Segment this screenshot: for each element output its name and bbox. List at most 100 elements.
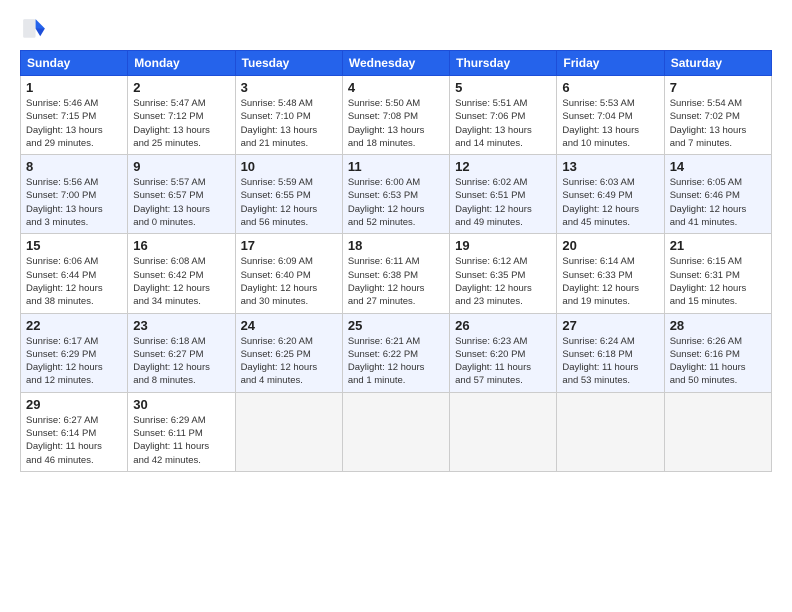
day-number: 12	[455, 159, 551, 174]
day-number: 19	[455, 238, 551, 253]
day-info: Sunrise: 5:56 AM Sunset: 7:00 PM Dayligh…	[26, 176, 122, 229]
day-number: 25	[348, 318, 444, 333]
calendar-day: 21 Sunrise: 6:15 AM Sunset: 6:31 PM Dayli…	[664, 234, 771, 313]
day-info: Sunrise: 6:17 AM Sunset: 6:29 PM Dayligh…	[26, 335, 122, 388]
day-info: Sunrise: 5:51 AM Sunset: 7:06 PM Dayligh…	[455, 97, 551, 150]
calendar-day	[235, 392, 342, 471]
calendar-week-1: 1Sunrise: 5:46 AM Sunset: 7:15 PM Daylig…	[21, 76, 772, 155]
calendar-header: Sunday Monday Tuesday Wednesday Thursday…	[21, 51, 772, 76]
calendar-body: 1Sunrise: 5:46 AM Sunset: 7:15 PM Daylig…	[21, 76, 772, 472]
day-number: 1	[26, 80, 122, 95]
calendar-day: 8 Sunrise: 5:56 AM Sunset: 7:00 PM Daylig…	[21, 155, 128, 234]
calendar-day: 23 Sunrise: 6:18 AM Sunset: 6:27 PM Dayli…	[128, 313, 235, 392]
day-number: 27	[562, 318, 658, 333]
day-number: 20	[562, 238, 658, 253]
day-number: 28	[670, 318, 766, 333]
day-number: 29	[26, 397, 122, 412]
day-info: Sunrise: 6:15 AM Sunset: 6:31 PM Dayligh…	[670, 255, 766, 308]
calendar-day: 14 Sunrise: 6:05 AM Sunset: 6:46 PM Dayli…	[664, 155, 771, 234]
calendar-day	[664, 392, 771, 471]
day-info: Sunrise: 6:14 AM Sunset: 6:33 PM Dayligh…	[562, 255, 658, 308]
calendar-day: 6Sunrise: 5:53 AM Sunset: 7:04 PM Daylig…	[557, 76, 664, 155]
day-info: Sunrise: 6:06 AM Sunset: 6:44 PM Dayligh…	[26, 255, 122, 308]
calendar-day: 19 Sunrise: 6:12 AM Sunset: 6:35 PM Dayli…	[450, 234, 557, 313]
day-info: Sunrise: 6:29 AM Sunset: 6:11 PM Dayligh…	[133, 414, 229, 467]
calendar-day: 20 Sunrise: 6:14 AM Sunset: 6:33 PM Dayli…	[557, 234, 664, 313]
day-number: 10	[241, 159, 337, 174]
calendar-day: 16 Sunrise: 6:08 AM Sunset: 6:42 PM Dayli…	[128, 234, 235, 313]
day-info: Sunrise: 6:21 AM Sunset: 6:22 PM Dayligh…	[348, 335, 444, 388]
day-number: 30	[133, 397, 229, 412]
header	[20, 16, 772, 44]
page: Sunday Monday Tuesday Wednesday Thursday…	[0, 0, 792, 612]
day-info: Sunrise: 6:12 AM Sunset: 6:35 PM Dayligh…	[455, 255, 551, 308]
day-number: 2	[133, 80, 229, 95]
day-number: 14	[670, 159, 766, 174]
calendar-day: 1Sunrise: 5:46 AM Sunset: 7:15 PM Daylig…	[21, 76, 128, 155]
day-info: Sunrise: 6:08 AM Sunset: 6:42 PM Dayligh…	[133, 255, 229, 308]
calendar-week-3: 15 Sunrise: 6:06 AM Sunset: 6:44 PM Dayli…	[21, 234, 772, 313]
day-number: 13	[562, 159, 658, 174]
calendar-day: 10 Sunrise: 5:59 AM Sunset: 6:55 PM Dayli…	[235, 155, 342, 234]
col-wednesday: Wednesday	[342, 51, 449, 76]
col-sunday: Sunday	[21, 51, 128, 76]
calendar-day: 30 Sunrise: 6:29 AM Sunset: 6:11 PM Dayli…	[128, 392, 235, 471]
day-info: Sunrise: 6:11 AM Sunset: 6:38 PM Dayligh…	[348, 255, 444, 308]
calendar-week-2: 8 Sunrise: 5:56 AM Sunset: 7:00 PM Daylig…	[21, 155, 772, 234]
day-number: 15	[26, 238, 122, 253]
day-info: Sunrise: 5:59 AM Sunset: 6:55 PM Dayligh…	[241, 176, 337, 229]
col-monday: Monday	[128, 51, 235, 76]
calendar-day: 26 Sunrise: 6:23 AM Sunset: 6:20 PM Dayli…	[450, 313, 557, 392]
calendar-week-4: 22 Sunrise: 6:17 AM Sunset: 6:29 PM Dayli…	[21, 313, 772, 392]
calendar-day: 29 Sunrise: 6:27 AM Sunset: 6:14 PM Dayli…	[21, 392, 128, 471]
calendar-day: 7Sunrise: 5:54 AM Sunset: 7:02 PM Daylig…	[664, 76, 771, 155]
day-number: 24	[241, 318, 337, 333]
calendar-day	[450, 392, 557, 471]
calendar-day: 3Sunrise: 5:48 AM Sunset: 7:10 PM Daylig…	[235, 76, 342, 155]
logo	[20, 16, 52, 44]
day-number: 7	[670, 80, 766, 95]
day-number: 26	[455, 318, 551, 333]
calendar-day: 15 Sunrise: 6:06 AM Sunset: 6:44 PM Dayli…	[21, 234, 128, 313]
day-info: Sunrise: 6:18 AM Sunset: 6:27 PM Dayligh…	[133, 335, 229, 388]
calendar-day: 11Sunrise: 6:00 AM Sunset: 6:53 PM Dayli…	[342, 155, 449, 234]
day-info: Sunrise: 6:23 AM Sunset: 6:20 PM Dayligh…	[455, 335, 551, 388]
calendar-day: 9Sunrise: 5:57 AM Sunset: 6:57 PM Daylig…	[128, 155, 235, 234]
logo-icon	[20, 16, 48, 44]
calendar-day: 12 Sunrise: 6:02 AM Sunset: 6:51 PM Dayli…	[450, 155, 557, 234]
day-number: 4	[348, 80, 444, 95]
calendar-day: 5 Sunrise: 5:51 AM Sunset: 7:06 PM Daylig…	[450, 76, 557, 155]
day-number: 18	[348, 238, 444, 253]
day-info: Sunrise: 6:26 AM Sunset: 6:16 PM Dayligh…	[670, 335, 766, 388]
day-number: 17	[241, 238, 337, 253]
day-info: Sunrise: 6:03 AM Sunset: 6:49 PM Dayligh…	[562, 176, 658, 229]
calendar-table: Sunday Monday Tuesday Wednesday Thursday…	[20, 50, 772, 472]
col-friday: Friday	[557, 51, 664, 76]
day-number: 21	[670, 238, 766, 253]
col-tuesday: Tuesday	[235, 51, 342, 76]
calendar-day: 18 Sunrise: 6:11 AM Sunset: 6:38 PM Dayli…	[342, 234, 449, 313]
day-number: 5	[455, 80, 551, 95]
day-info: Sunrise: 6:05 AM Sunset: 6:46 PM Dayligh…	[670, 176, 766, 229]
day-info: Sunrise: 5:47 AM Sunset: 7:12 PM Dayligh…	[133, 97, 229, 150]
day-info: Sunrise: 6:24 AM Sunset: 6:18 PM Dayligh…	[562, 335, 658, 388]
day-number: 23	[133, 318, 229, 333]
day-info: Sunrise: 6:27 AM Sunset: 6:14 PM Dayligh…	[26, 414, 122, 467]
day-number: 22	[26, 318, 122, 333]
calendar-day: 27 Sunrise: 6:24 AM Sunset: 6:18 PM Dayli…	[557, 313, 664, 392]
calendar-day: 28 Sunrise: 6:26 AM Sunset: 6:16 PM Dayli…	[664, 313, 771, 392]
calendar-day: 2 Sunrise: 5:47 AM Sunset: 7:12 PM Daylig…	[128, 76, 235, 155]
day-number: 8	[26, 159, 122, 174]
day-number: 16	[133, 238, 229, 253]
day-info: Sunrise: 6:02 AM Sunset: 6:51 PM Dayligh…	[455, 176, 551, 229]
calendar-day	[342, 392, 449, 471]
calendar-day: 4Sunrise: 5:50 AM Sunset: 7:08 PM Daylig…	[342, 76, 449, 155]
day-info: Sunrise: 6:20 AM Sunset: 6:25 PM Dayligh…	[241, 335, 337, 388]
col-thursday: Thursday	[450, 51, 557, 76]
day-number: 11	[348, 159, 444, 174]
day-info: Sunrise: 5:53 AM Sunset: 7:04 PM Dayligh…	[562, 97, 658, 150]
col-saturday: Saturday	[664, 51, 771, 76]
day-info: Sunrise: 5:57 AM Sunset: 6:57 PM Dayligh…	[133, 176, 229, 229]
day-info: Sunrise: 5:48 AM Sunset: 7:10 PM Dayligh…	[241, 97, 337, 150]
day-info: Sunrise: 6:09 AM Sunset: 6:40 PM Dayligh…	[241, 255, 337, 308]
